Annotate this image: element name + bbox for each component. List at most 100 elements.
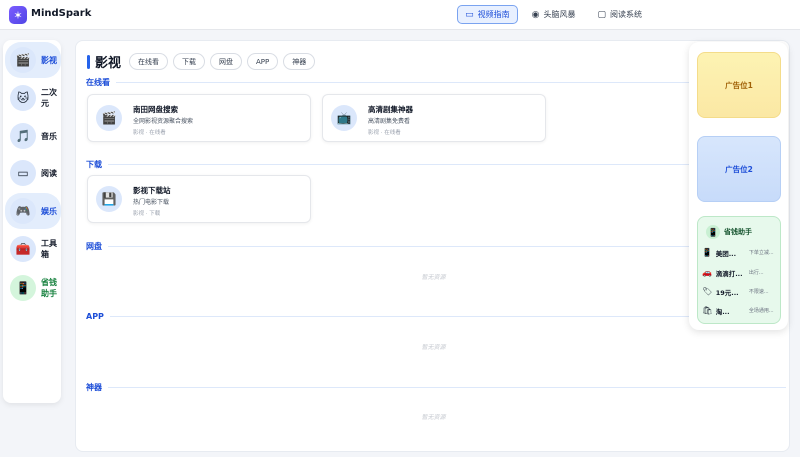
divider [116, 82, 786, 83]
divider [109, 316, 786, 317]
app-logo-icon[interactable]: ✶ [9, 6, 27, 24]
sidebar-item-anime[interactable]: 🐱 二次 元 [5, 80, 61, 116]
tab-netdisk[interactable]: 网盘 [210, 53, 243, 70]
card-desc: 高清剧集免费看 [368, 118, 411, 125]
sidebar-item-reading[interactable]: ▭ 阅读 [5, 155, 61, 191]
resource-card[interactable]: 📺 高清剧集神器 高清剧集免费看 影视 · 在线看 [322, 94, 546, 142]
divider [108, 246, 786, 247]
tab-app[interactable]: APP [247, 53, 279, 70]
ad-slot-2[interactable]: 广告位2 [697, 136, 781, 202]
cat-icon: 🐱 [10, 85, 36, 111]
deal-desc: 出行... [748, 270, 764, 276]
book-icon: ▭ [10, 160, 36, 186]
money-saver-header: 📱 省钱助手 [706, 225, 752, 239]
deal-name: 19元... [715, 288, 739, 297]
sidebar-item-music[interactable]: 🎵 音乐 [5, 118, 61, 154]
nav-label: 视频指南 [477, 10, 510, 19]
app-name[interactable]: MindSpark [31, 8, 91, 19]
deal-item[interactable]: 📱 美团... 下单立减... [702, 244, 778, 261]
resource-card[interactable]: 💾 影视下载站 热门电影下载 影视 · 下载 [87, 175, 311, 223]
empty-state: 暂无资源 [421, 344, 446, 351]
card-title: 南田网盘搜索 [133, 105, 178, 114]
video-icon: ▭ [465, 9, 474, 20]
section-app-title: APP [86, 312, 786, 321]
phone-icon: 📱 [10, 275, 36, 301]
deal-item[interactable]: 🛍 淘... 全场通用... [702, 302, 778, 319]
ad-panel: 广告位1 广告位2 📱 省钱助手 📱 美团... 下单立减... 🚗 滴滴打..… [689, 42, 788, 330]
gamepad-icon: 🎮 [10, 198, 36, 224]
card-tags: 影视 · 在线看 [368, 130, 401, 136]
section-label: 网盘 [86, 242, 102, 251]
book-icon: ▢ [597, 9, 606, 20]
nav-reading[interactable]: ▢ 阅读系统 [589, 5, 650, 24]
divider [108, 387, 786, 388]
main-panel: 影视 在线看 下载 网盘 APP 神器 在线看 🎬 南田网盘搜索 全网影视资源聚… [75, 40, 790, 452]
sidebar-item-money-saver[interactable]: 📱 省钱 助手 [5, 270, 61, 306]
section-netdisk-title: 网盘 [86, 241, 786, 252]
card-desc: 热门电影下载 [133, 199, 170, 206]
empty-state: 暂无资源 [421, 414, 446, 421]
tab-online[interactable]: 在线看 [129, 53, 169, 70]
section-download-title: 下载 [86, 159, 786, 170]
card-tags: 影视 · 下载 [133, 211, 161, 217]
music-note-icon: 🎵 [10, 123, 36, 149]
section-label: APP [86, 312, 104, 321]
card-title: 高清剧集神器 [368, 105, 413, 114]
title-accent [87, 54, 90, 69]
section-tabs: 在线看 下载 网盘 APP 神器 [129, 53, 316, 70]
sidebar-item-label: 省钱 助手 [41, 278, 57, 298]
sidebar-item-label: 音乐 [41, 131, 57, 141]
sim-card-icon: 🏷 [702, 287, 713, 296]
deal-name: 淘... [715, 307, 730, 316]
ad-slot-1[interactable]: 广告位1 [697, 52, 781, 118]
tab-download[interactable]: 下载 [173, 53, 206, 70]
shopping-bag-icon: 🛍 [702, 306, 713, 315]
clapper-icon: 🎬 [10, 47, 36, 73]
card-desc: 全网影视资源聚合搜索 [133, 118, 194, 125]
category-sidebar: 🎬 影视 🐱 二次 元 🎵 音乐 ▭ 阅读 🎮 娱乐 🧰 工具 箱 📱 省钱 助… [3, 40, 61, 403]
money-saver-widget: 📱 省钱助手 📱 美团... 下单立减... 🚗 滴滴打... 出行... 🏷 … [697, 216, 781, 324]
floppy-disk-icon: 💾 [96, 186, 122, 212]
deal-name: 滴滴打... [715, 269, 743, 278]
toolbox-icon: 🧰 [10, 236, 36, 262]
car-icon: 🚗 [702, 268, 713, 277]
sidebar-item-label: 影视 [41, 55, 57, 65]
nav-brainstorm[interactable]: ◉ 头脑风暴 [524, 5, 584, 24]
sidebar-item-toolbox[interactable]: 🧰 工具 箱 [5, 231, 61, 267]
sidebar-item-label: 二次 元 [41, 88, 57, 108]
deal-item[interactable]: 🏷 19元... 不限速... [702, 283, 778, 300]
nav-label: 阅读系统 [610, 10, 642, 19]
card-tags: 影视 · 在线看 [133, 130, 166, 136]
sidebar-item-label: 工具 箱 [41, 239, 57, 259]
clapper-icon: 🎬 [96, 105, 122, 131]
deal-desc: 下单立减... [748, 250, 774, 256]
divider [108, 164, 786, 165]
tab-tools[interactable]: 神器 [283, 53, 316, 70]
section-online-title: 在线看 [86, 77, 786, 88]
sidebar-item-label: 娱乐 [41, 206, 57, 216]
deal-desc: 全场通用... [748, 308, 774, 314]
top-bar: ✶ MindSpark ▭ 视频指南 ◉ 头脑风暴 ▢ 阅读系统 [0, 0, 800, 30]
sidebar-item-entertainment[interactable]: 🎮 娱乐 [5, 193, 61, 229]
sidebar-item-label: 阅读 [41, 168, 57, 178]
top-nav: ▭ 视频指南 ◉ 头脑风暴 ▢ 阅读系统 [457, 5, 650, 24]
money-saver-title: 省钱助手 [724, 228, 752, 236]
deal-item[interactable]: 🚗 滴滴打... 出行... [702, 264, 778, 281]
nav-video-guide[interactable]: ▭ 视频指南 [457, 5, 518, 24]
bulb-icon: ◉ [531, 9, 540, 20]
tv-icon: 📺 [331, 105, 357, 131]
section-tools-title: 神器 [86, 382, 786, 393]
phone-icon: 📱 [702, 248, 713, 257]
resource-card[interactable]: 🎬 南田网盘搜索 全网影视资源聚合搜索 影视 · 在线看 [87, 94, 311, 142]
section-label: 下载 [86, 160, 102, 169]
nav-label: 头脑风暴 [543, 10, 576, 19]
section-label: 神器 [86, 383, 102, 392]
sidebar-item-movies[interactable]: 🎬 影视 [5, 42, 61, 78]
deal-desc: 不限速... [748, 289, 769, 295]
title-row: 影视 在线看 下载 网盘 APP 神器 [87, 52, 316, 71]
phone-icon: 📱 [706, 225, 720, 239]
section-label: 在线看 [86, 78, 110, 87]
card-title: 影视下载站 [133, 186, 171, 195]
empty-state: 暂无资源 [421, 274, 446, 281]
deal-name: 美团... [715, 249, 737, 258]
